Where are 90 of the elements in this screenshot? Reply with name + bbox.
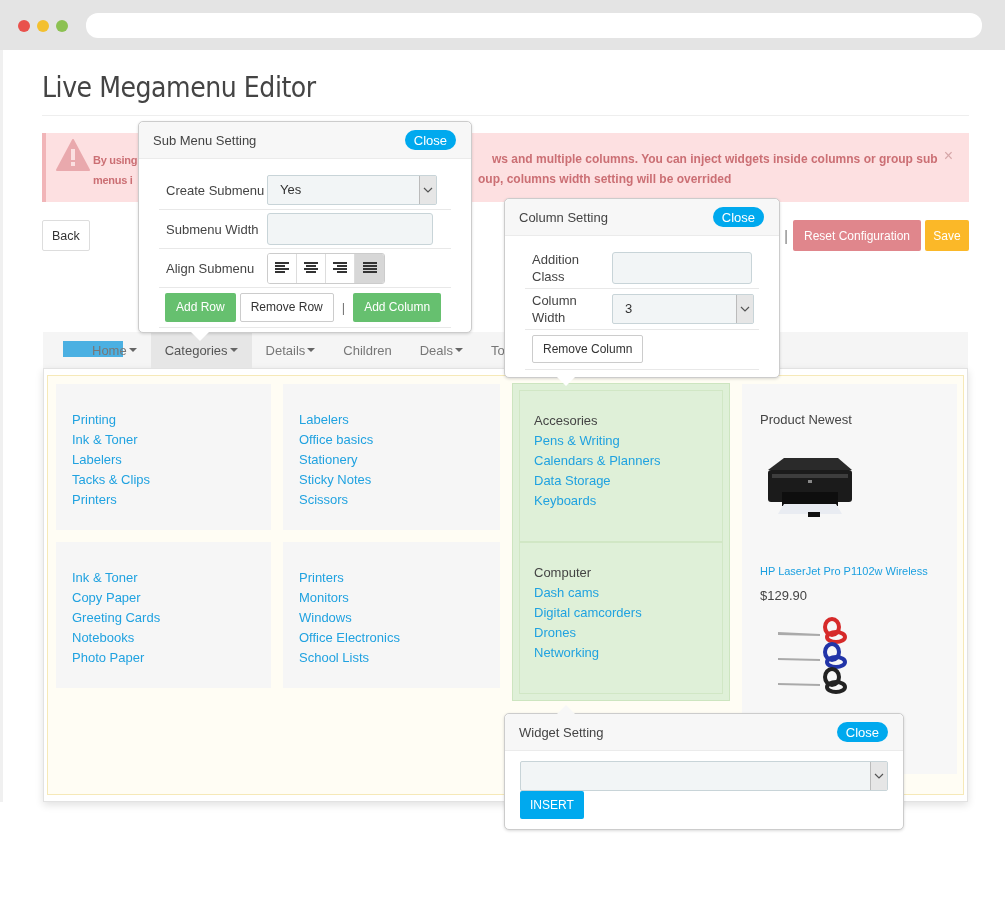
remove-button[interactable]: Remove Row [239,292,334,322]
category-link[interactable]: Office Electronics [299,628,484,648]
category-link[interactable]: Drones [534,623,708,643]
separator: | [340,299,347,315]
category-link[interactable]: Ink & Toner [72,568,255,588]
field-label: Submenu Width [165,221,260,237]
align-left-button[interactable] [268,253,297,283]
warning-icon [56,139,90,171]
input-field[interactable] [612,252,752,284]
category-link[interactable]: School Lists [299,648,484,668]
close-button[interactable]: Close [836,722,888,742]
select-field[interactable]: 3 [612,294,754,324]
close-button[interactable]: Close [712,207,764,227]
category-link[interactable]: Pens & Writing [534,431,708,451]
back-button[interactable]: Back [42,220,90,251]
insert-button[interactable]: INSERT [520,791,584,819]
page-title: Live Megamenu Editor [42,70,316,106]
alert-text: menus i [93,173,134,188]
field-label: Column Width [531,292,578,326]
category-link[interactable]: Greeting Cards [72,608,255,628]
select-field[interactable] [520,761,888,791]
category-link[interactable]: Printing [72,410,255,430]
field-label: Align Submenu [165,260,256,276]
chevron-down-icon [740,306,750,312]
menu-column[interactable]: Printing Ink & Toner Labelers Tacks & Clips Printers Ink & Toner Copy Paper Greeting Cards Notebooks Photo Paper [56,384,271,688]
alert-text: By using [93,153,138,168]
menu-item[interactable]: Children [329,332,406,368]
close-icon[interactable]: × [943,147,953,165]
menu-column[interactable]: Labelers Office basics Stationery Sticky Notes Scissors Printers Monitors Windows Office Electronics School Lists [283,384,500,688]
category-link[interactable]: Scissors [299,490,484,510]
popover-title: Sub Menu Setting [153,132,257,148]
align-justify-icon [362,262,377,274]
category-link[interactable]: Tacks & Clips [72,470,255,490]
category-link[interactable]: Stationery [299,450,484,470]
chevron-down-icon [423,187,433,193]
menu-column[interactable]: Accesories Pens & Writing Calendars & Planners Data Storage Keyboards Computer Dash cams Digital camcorders Drones Networking [512,383,730,701]
caret-icon [229,348,238,352]
menu-item[interactable]: Details [251,332,330,368]
category-link[interactable]: Printers [299,568,484,588]
alert-text: oup, columns width setting will be overrided [478,171,733,188]
remove-button[interactable]: Remove Column [532,335,644,363]
category-link[interactable]: Labelers [299,410,484,430]
close-window-icon[interactable] [18,20,30,32]
category-link[interactable]: Calendars & Planners [534,451,708,471]
category-link[interactable]: Keyboards [534,491,708,511]
category-link[interactable]: Printers [72,490,255,510]
minimize-window-icon[interactable] [37,20,49,32]
category-link[interactable]: Windows [299,608,484,628]
category-link[interactable]: Photo Paper [72,648,255,668]
category-link[interactable]: Copy Paper [72,588,255,608]
category-link[interactable]: Networking [534,643,708,663]
align-center-icon [304,262,318,274]
input-field[interactable] [267,213,433,245]
alert-text: ws and multiple columns. You can inject widgets inside columns or group sub [492,151,938,168]
category-link[interactable]: Data Storage [534,471,708,491]
category-link[interactable]: Labelers [72,450,255,470]
select-field[interactable]: Yes [267,175,437,205]
category-link[interactable]: Notebooks [72,628,255,648]
menu-item[interactable]: Categories [150,332,252,368]
separator: | [784,227,788,244]
field-label: Create Submenu [165,182,266,198]
category-link[interactable]: Dash cams [534,583,708,603]
category-link[interactable]: Digital camcorders [534,603,708,623]
add-button[interactable]: Add Column [353,292,442,322]
align-left-icon [275,262,289,274]
align-justify-button[interactable] [355,253,384,283]
widget-title: Product Newest [760,411,853,429]
popover-title: Widget Setting [519,724,604,740]
maximize-window-icon[interactable] [56,20,68,32]
group-title: Accesories [534,412,599,430]
caret-icon [128,348,137,352]
save-button[interactable]: Save [925,220,969,251]
product-price: $129.90 [760,588,808,604]
category-link[interactable]: Ink & Toner [72,430,255,450]
product-link[interactable]: HP LaserJet Pro P1102w Wireless [760,564,939,578]
align-right-icon [333,262,347,274]
group-title: Computer [534,564,593,582]
caret-icon [455,348,463,352]
chevron-down-icon [874,773,884,779]
popover-title: Column Setting [519,209,608,225]
reset-button[interactable]: Reset Configuration [793,220,921,251]
category-link[interactable]: Sticky Notes [299,470,484,490]
address-bar[interactable] [86,13,982,38]
category-link[interactable]: Office basics [299,430,484,450]
field-label: Addition Class [531,251,580,285]
close-button[interactable]: Close [404,130,456,150]
category-link[interactable]: Monitors [299,588,484,608]
add-button[interactable]: Add Row [165,292,236,322]
caret-icon [307,348,316,352]
menu-item[interactable]: Deals [405,332,477,368]
